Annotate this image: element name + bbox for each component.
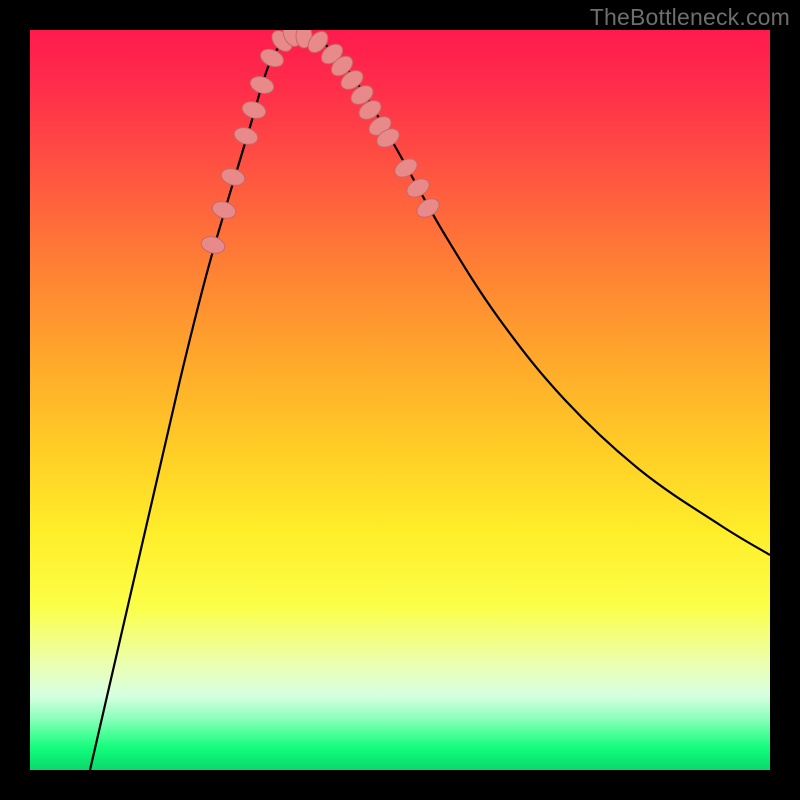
curve-path: [90, 33, 770, 770]
highlight-beads: [199, 30, 442, 256]
bead-marker: [232, 125, 260, 147]
chart-svg: [30, 30, 770, 770]
bottleneck-curve: [90, 33, 770, 770]
watermark-text: TheBottleneck.com: [590, 4, 790, 31]
bead-marker: [414, 195, 443, 221]
bead-marker: [199, 234, 226, 256]
bead-marker: [240, 99, 268, 121]
bead-marker: [219, 166, 247, 188]
bead-marker: [210, 199, 238, 221]
bead-marker: [248, 74, 276, 96]
plot-area: [30, 30, 770, 770]
bead-marker: [404, 175, 433, 201]
bead-marker: [392, 155, 421, 181]
